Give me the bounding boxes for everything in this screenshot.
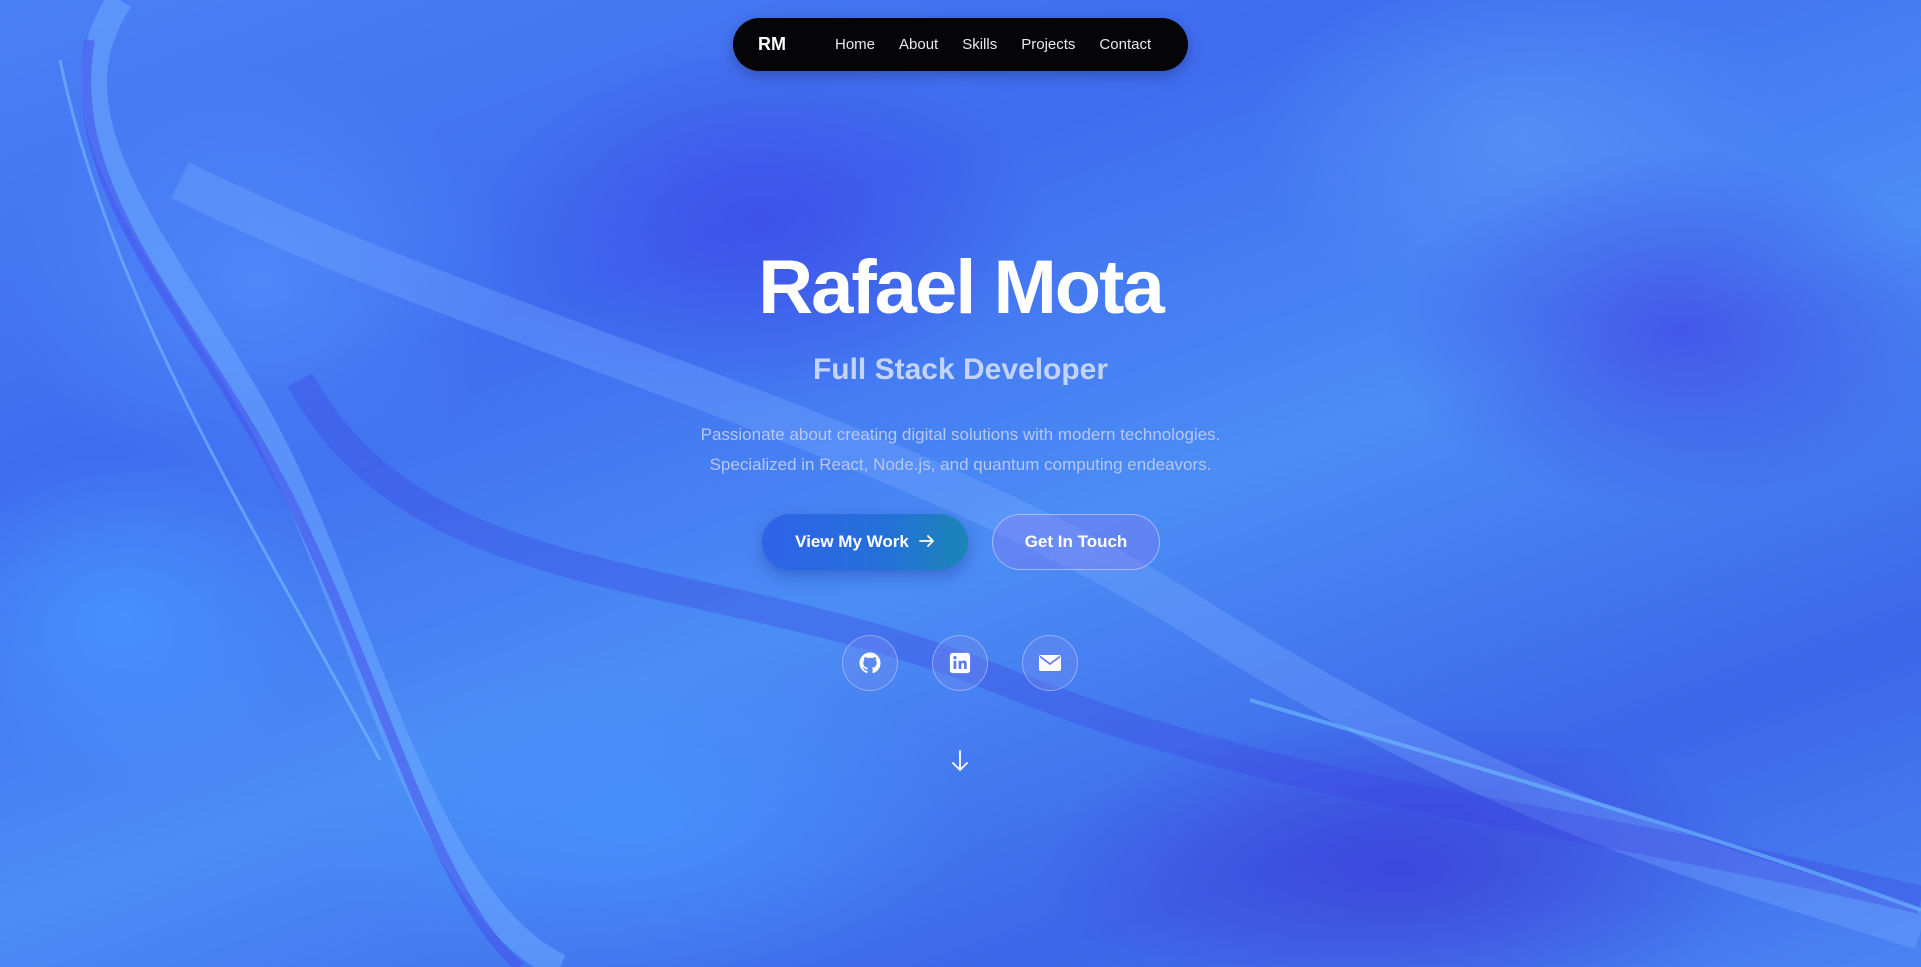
mail-icon [1038,653,1062,673]
navbar: RM Home About Skills Projects Contact [733,18,1188,71]
get-in-touch-label: Get In Touch [1024,532,1128,551]
hero-role: Full Stack Developer [812,353,1109,386]
github-link[interactable] [842,635,898,691]
nav-link-skills[interactable]: Skills [962,36,997,53]
nav-link-projects[interactable]: Projects [1021,36,1075,53]
scroll-down-indicator[interactable] [948,749,972,777]
github-icon [858,651,882,675]
hero-name: Rafael Mota [758,245,1165,330]
hero-description: Passionate about creating digital soluti… [0,420,1921,480]
linkedin-link[interactable] [932,635,988,691]
email-link[interactable] [1022,635,1078,691]
arrow-right-icon [918,532,935,552]
nav-links: Home About Skills Projects Contact [835,18,1151,71]
logo[interactable]: RM [758,18,786,71]
nav-link-contact[interactable]: Contact [1099,36,1151,53]
view-my-work-button[interactable]: View My Work [762,514,968,570]
hero-section: Rafael Mota Full Stack Developer Passion… [0,240,1921,480]
arrow-down-icon [951,749,969,777]
nav-link-home[interactable]: Home [835,36,875,53]
nav-link-about[interactable]: About [899,36,938,53]
hero-description-line-1: Passionate about creating digital soluti… [700,425,1221,444]
linkedin-icon [949,652,971,674]
background-gradient [0,0,1921,967]
get-in-touch-button[interactable]: Get In Touch [992,514,1160,570]
view-my-work-label: View My Work [795,532,909,551]
background-waves [58,0,1921,967]
hero-description-line-2: Specialized in React, Node.js, and quant… [709,455,1212,474]
